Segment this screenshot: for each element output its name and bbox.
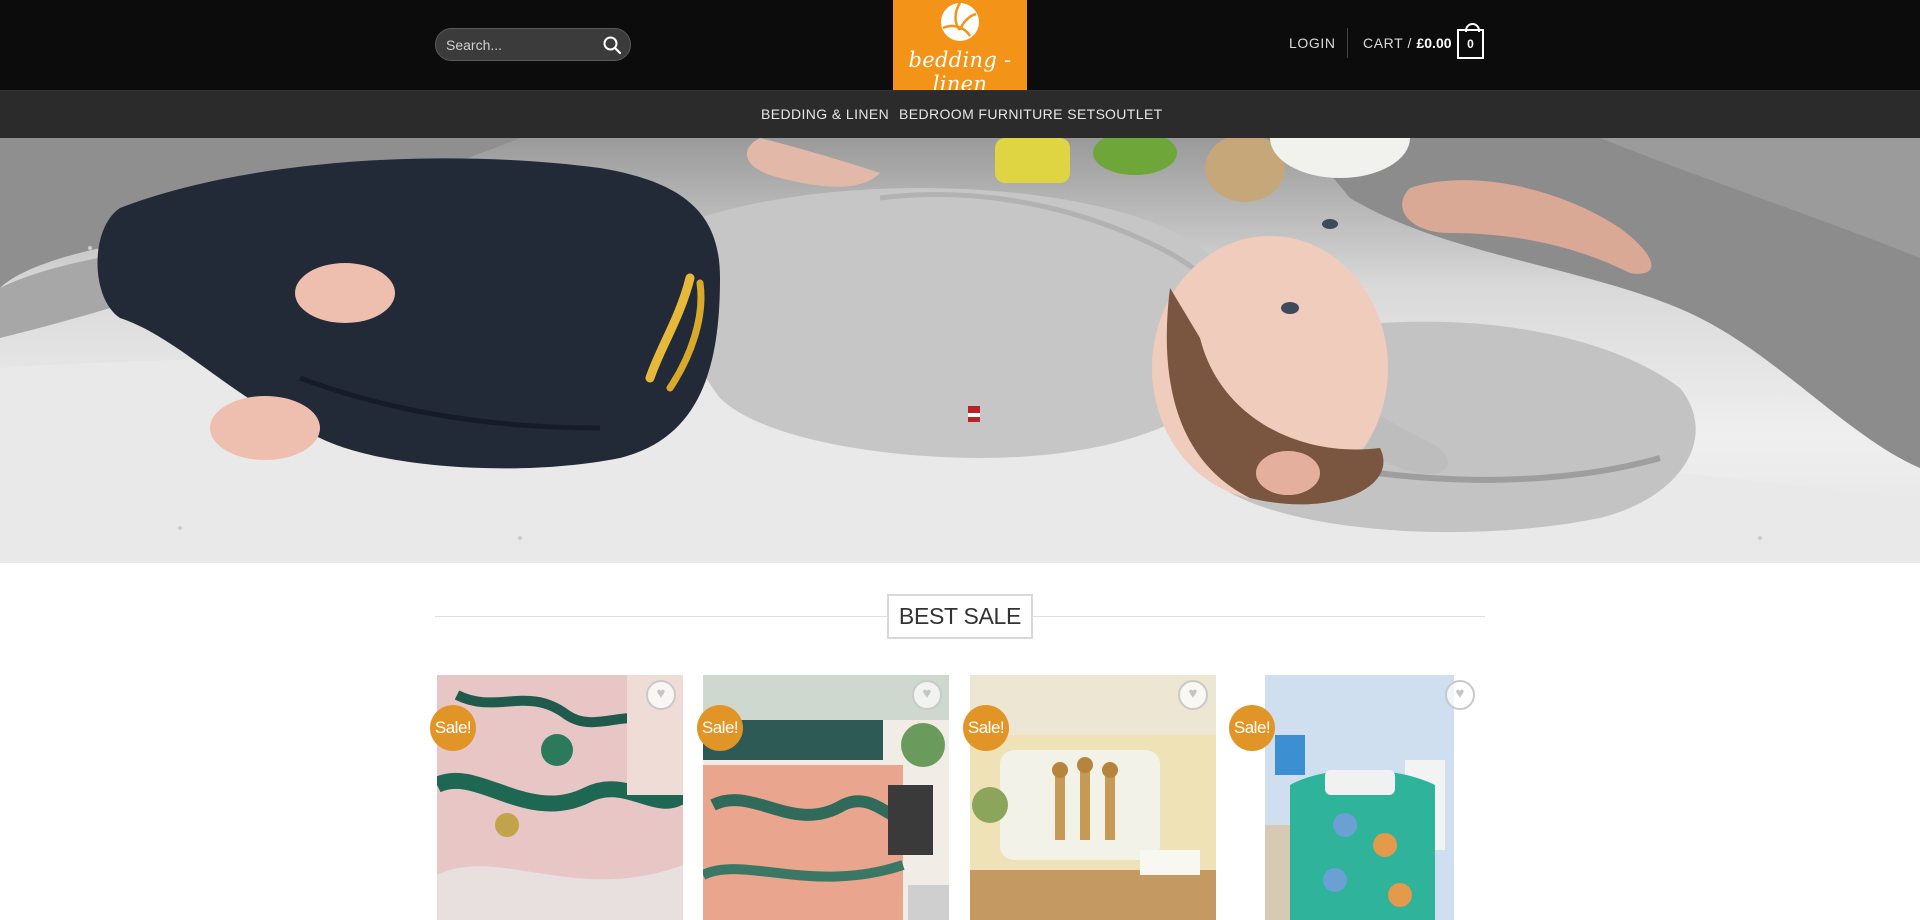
- login-link[interactable]: LOGIN: [1289, 35, 1336, 51]
- search-icon[interactable]: [602, 35, 622, 55]
- hero-banner[interactable]: [0, 138, 1920, 563]
- product-image: [1265, 675, 1454, 920]
- product-card[interactable]: [703, 675, 949, 920]
- heart-icon: ♥: [1455, 685, 1465, 702]
- nav-item-bedroom-furniture-sets[interactable]: BEDROOM FURNITURE SETS: [899, 106, 1105, 122]
- logo-text: bedding - linen: [908, 48, 1012, 96]
- cart-label: CART /: [1363, 35, 1412, 51]
- wishlist-button[interactable]: ♥: [912, 680, 942, 710]
- wishlist-button[interactable]: ♥: [646, 680, 676, 710]
- main-nav: BEDDING & LINEN BEDROOM FURNITURE SETS O…: [0, 90, 1920, 138]
- product-card[interactable]: [437, 675, 683, 920]
- wishlist-button[interactable]: ♥: [1445, 680, 1475, 710]
- sale-badge: Sale!: [697, 705, 743, 751]
- product-image: [437, 675, 683, 920]
- header-divider: [1347, 28, 1348, 58]
- search-input[interactable]: [446, 29, 596, 60]
- section-title: BEST SALE: [887, 594, 1033, 639]
- nav-item-outlet[interactable]: OUTLET: [1105, 106, 1163, 122]
- heart-icon: ♥: [656, 685, 666, 702]
- site-logo[interactable]: bedding - linen: [893, 0, 1027, 96]
- product-card[interactable]: [970, 675, 1216, 920]
- site-header: bedding - linen LOGIN CART / £0.00 0: [0, 0, 1920, 96]
- heart-icon: ♥: [1188, 685, 1198, 702]
- sale-badge: Sale!: [1229, 705, 1275, 751]
- hero-baby-image: [0, 138, 1920, 563]
- cart-amount: £0.00: [1416, 35, 1452, 51]
- heart-icon: ♥: [922, 685, 932, 702]
- search-form: [435, 28, 631, 61]
- wishlist-button[interactable]: ♥: [1178, 680, 1208, 710]
- product-image: [970, 675, 1216, 920]
- product-card[interactable]: [1265, 675, 1454, 920]
- cart-bag-icon[interactable]: 0: [1457, 23, 1484, 59]
- product-image: [703, 675, 949, 920]
- sale-badge: Sale!: [963, 705, 1009, 751]
- cart-link[interactable]: CART / £0.00: [1363, 35, 1452, 51]
- volleyball-logo-icon: [941, 2, 979, 41]
- nav-item-bedding-linen[interactable]: BEDDING & LINEN: [761, 106, 889, 122]
- sale-badge: Sale!: [430, 705, 476, 751]
